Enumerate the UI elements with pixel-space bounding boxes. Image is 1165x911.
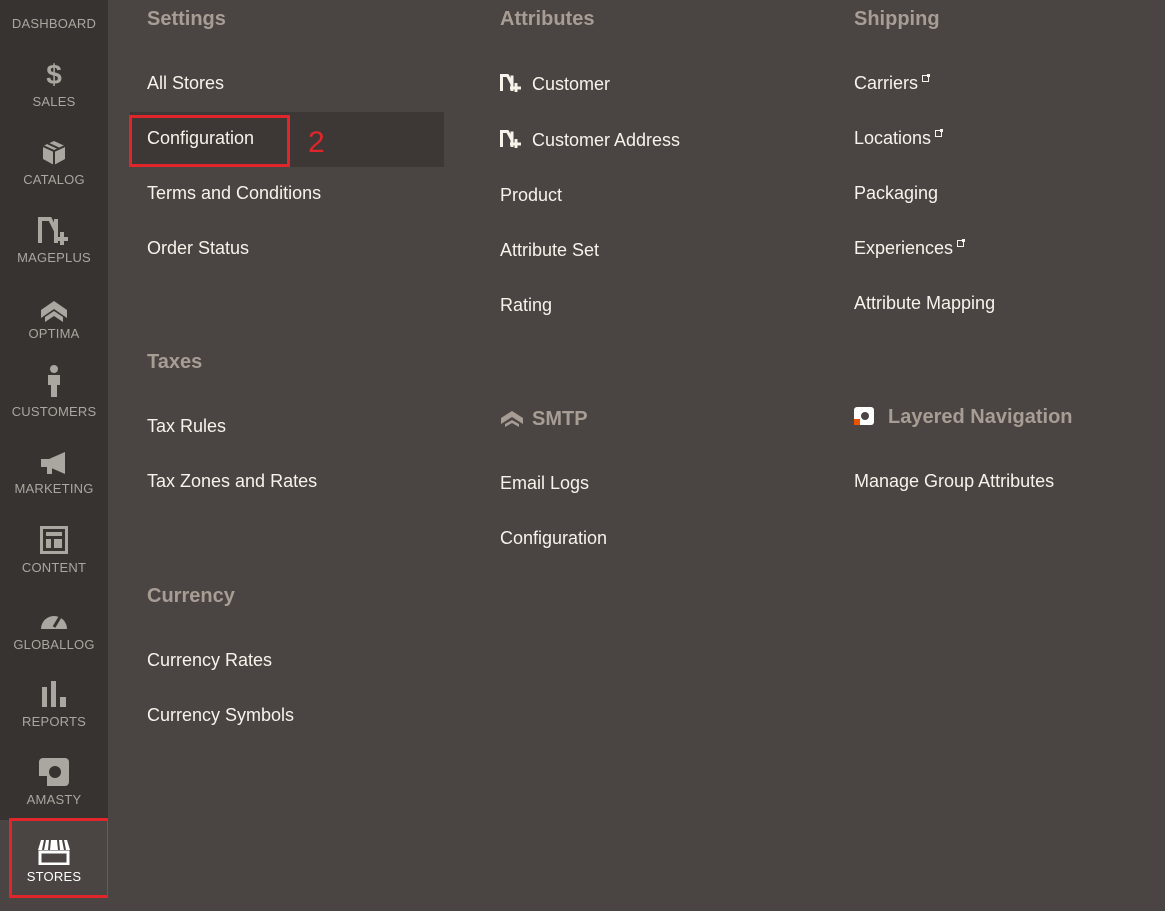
layout-icon bbox=[0, 520, 108, 554]
nav-mageplus[interactable]: MAGEPLUS bbox=[0, 210, 108, 287]
amasty-logo-icon bbox=[854, 407, 874, 431]
gauge-icon bbox=[0, 597, 108, 631]
cube-icon bbox=[0, 132, 108, 166]
nav-catalog-label: CATALOG bbox=[23, 172, 85, 187]
link-customer-address[interactable]: Customer Address bbox=[500, 130, 680, 153]
external-link-icon bbox=[957, 239, 966, 247]
link-terms-and-conditions[interactable]: Terms and Conditions bbox=[147, 183, 321, 204]
mageplus-logo-icon bbox=[500, 130, 522, 153]
section-title-taxes: Taxes bbox=[147, 351, 203, 373]
stores-highlight-box bbox=[9, 818, 110, 898]
link-order-status[interactable]: Order Status bbox=[147, 238, 249, 259]
link-currency-rates[interactable]: Currency Rates bbox=[147, 650, 272, 671]
nav-sales-label: SALES bbox=[32, 94, 76, 109]
link-carriers-label: Carriers bbox=[854, 73, 919, 93]
nav-content[interactable]: CONTENT bbox=[0, 520, 108, 597]
section-title-attributes: Attributes bbox=[500, 8, 595, 30]
link-manage-group-attributes[interactable]: Manage Group Attributes bbox=[854, 471, 1054, 492]
link-customer-label: Customer bbox=[532, 74, 611, 94]
bar-chart-icon bbox=[0, 675, 108, 707]
person-icon bbox=[0, 365, 108, 397]
nav-catalog[interactable]: CATALOG bbox=[0, 132, 108, 209]
nav-marketing-label: MARKETING bbox=[14, 481, 94, 496]
nav-reports-label: REPORTS bbox=[21, 714, 86, 729]
admin-sidebar: DASHBOARD $ SALES CATALOG MAGEPLUS OPTIM… bbox=[0, 0, 108, 911]
section-title-shipping: Shipping bbox=[854, 8, 940, 30]
link-carriers[interactable]: Carriers bbox=[854, 73, 931, 94]
nav-marketing[interactable]: MARKETING bbox=[0, 442, 108, 519]
link-packaging[interactable]: Packaging bbox=[854, 183, 938, 204]
section-title-smtp-label: SMTP bbox=[532, 408, 588, 430]
nav-optima-label: OPTIMA bbox=[28, 326, 80, 341]
section-title-smtp: SMTP bbox=[500, 408, 588, 433]
link-product[interactable]: Product bbox=[500, 185, 562, 206]
configuration-highlight-box bbox=[129, 115, 290, 167]
nav-customers[interactable]: CUSTOMERS bbox=[0, 365, 108, 442]
section-title-layered-navigation-label: Layered Navigation bbox=[888, 406, 1073, 428]
link-locations[interactable]: Locations bbox=[854, 128, 944, 149]
link-locations-label: Locations bbox=[854, 128, 932, 148]
mageplus-logo-icon bbox=[500, 74, 522, 97]
nav-customers-label: CUSTOMERS bbox=[11, 404, 97, 419]
nav-amasty-label: AMASTY bbox=[26, 792, 82, 807]
nav-globallog-label: GLOBALLOG bbox=[13, 637, 95, 652]
link-attribute-mapping[interactable]: Attribute Mapping bbox=[854, 293, 995, 314]
link-customer-address-label: Customer Address bbox=[532, 130, 681, 150]
nav-content-label: CONTENT bbox=[21, 560, 87, 575]
link-currency-symbols[interactable]: Currency Symbols bbox=[147, 705, 294, 726]
link-all-stores[interactable]: All Stores bbox=[147, 73, 224, 94]
dollar-icon: $ bbox=[46, 59, 62, 90]
external-link-icon bbox=[935, 129, 944, 137]
amasty-logo-icon bbox=[0, 752, 108, 786]
link-smtp-configuration[interactable]: Configuration bbox=[500, 528, 607, 549]
link-experiences[interactable]: Experiences bbox=[854, 238, 966, 259]
section-title-settings: Settings bbox=[147, 8, 226, 30]
nav-optima[interactable]: OPTIMA bbox=[0, 288, 108, 365]
link-email-logs[interactable]: Email Logs bbox=[500, 473, 589, 494]
nav-globallog[interactable]: GLOBALLOG bbox=[0, 597, 108, 674]
nav-reports[interactable]: REPORTS bbox=[0, 675, 108, 752]
link-attribute-set[interactable]: Attribute Set bbox=[500, 240, 599, 261]
section-title-currency: Currency bbox=[147, 585, 235, 607]
optima-logo-icon bbox=[0, 288, 108, 322]
link-tax-zones-and-rates[interactable]: Tax Zones and Rates bbox=[147, 471, 317, 492]
link-rating[interactable]: Rating bbox=[500, 295, 552, 316]
step-2-label: 2 bbox=[308, 126, 325, 159]
link-experiences-label: Experiences bbox=[854, 238, 954, 258]
link-tax-rules[interactable]: Tax Rules bbox=[147, 416, 226, 437]
nav-mageplus-label: MAGEPLUS bbox=[17, 250, 91, 265]
external-link-icon bbox=[922, 74, 931, 82]
nav-dashboard-label: DASHBOARD bbox=[11, 16, 97, 31]
nav-dashboard[interactable]: DASHBOARD bbox=[0, 0, 108, 37]
nav-sales[interactable]: $ SALES bbox=[0, 55, 108, 132]
megaphone-icon bbox=[0, 442, 108, 474]
optima-logo-icon bbox=[500, 409, 524, 433]
mageplus-logo-icon bbox=[0, 210, 108, 245]
link-customer[interactable]: Customer bbox=[500, 74, 610, 97]
section-title-layered-navigation: Layered Navigation bbox=[854, 406, 1073, 431]
